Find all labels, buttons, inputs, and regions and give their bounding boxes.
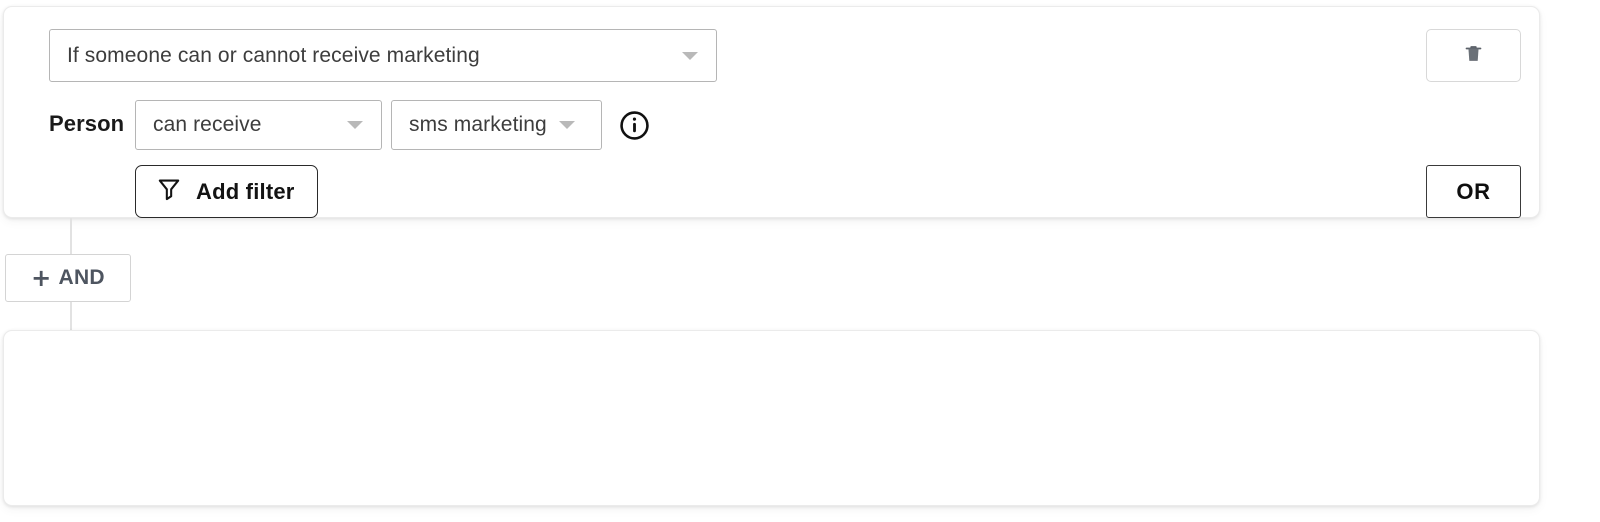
add-and-group-button-label: AND <box>58 266 105 289</box>
marketing-channel-value: sms marketing <box>409 113 547 136</box>
chevron-down-icon <box>682 51 698 60</box>
connector-line-lower <box>70 301 72 331</box>
add-filter-button-label: Add filter <box>196 178 295 204</box>
add-filter-button[interactable]: Add filter <box>135 165 318 218</box>
connector-line-upper <box>70 218 72 256</box>
or-button-1-label: OR <box>1456 178 1491 204</box>
trash-icon <box>1463 42 1484 70</box>
plus-icon: + <box>31 264 52 292</box>
marketing-operator-select[interactable]: can receive <box>135 100 382 150</box>
condition-type-select-1[interactable]: If someone can or cannot receive marketi… <box>49 29 717 82</box>
marketing-channel-select[interactable]: sms marketing <box>391 100 602 150</box>
add-and-group-button[interactable]: + AND <box>5 254 131 302</box>
chevron-down-icon <box>558 121 575 129</box>
condition-group-card-2: Properties about someone Phone Number co… <box>3 330 1540 506</box>
condition-type-select-1-value: If someone can or cannot receive marketi… <box>67 43 480 67</box>
chevron-down-icon <box>347 121 363 129</box>
filter-funnel-icon <box>156 176 182 208</box>
info-icon[interactable] <box>619 110 650 141</box>
marketing-operator-value: can receive <box>153 113 262 136</box>
segment-condition-builder: If someone can or cannot receive marketi… <box>0 0 1600 522</box>
delete-condition-group-button-1[interactable] <box>1426 29 1521 82</box>
row-label-person: Person <box>49 111 125 136</box>
condition-group-card-1: If someone can or cannot receive marketi… <box>3 6 1540 218</box>
or-button-1[interactable]: OR <box>1426 165 1521 218</box>
